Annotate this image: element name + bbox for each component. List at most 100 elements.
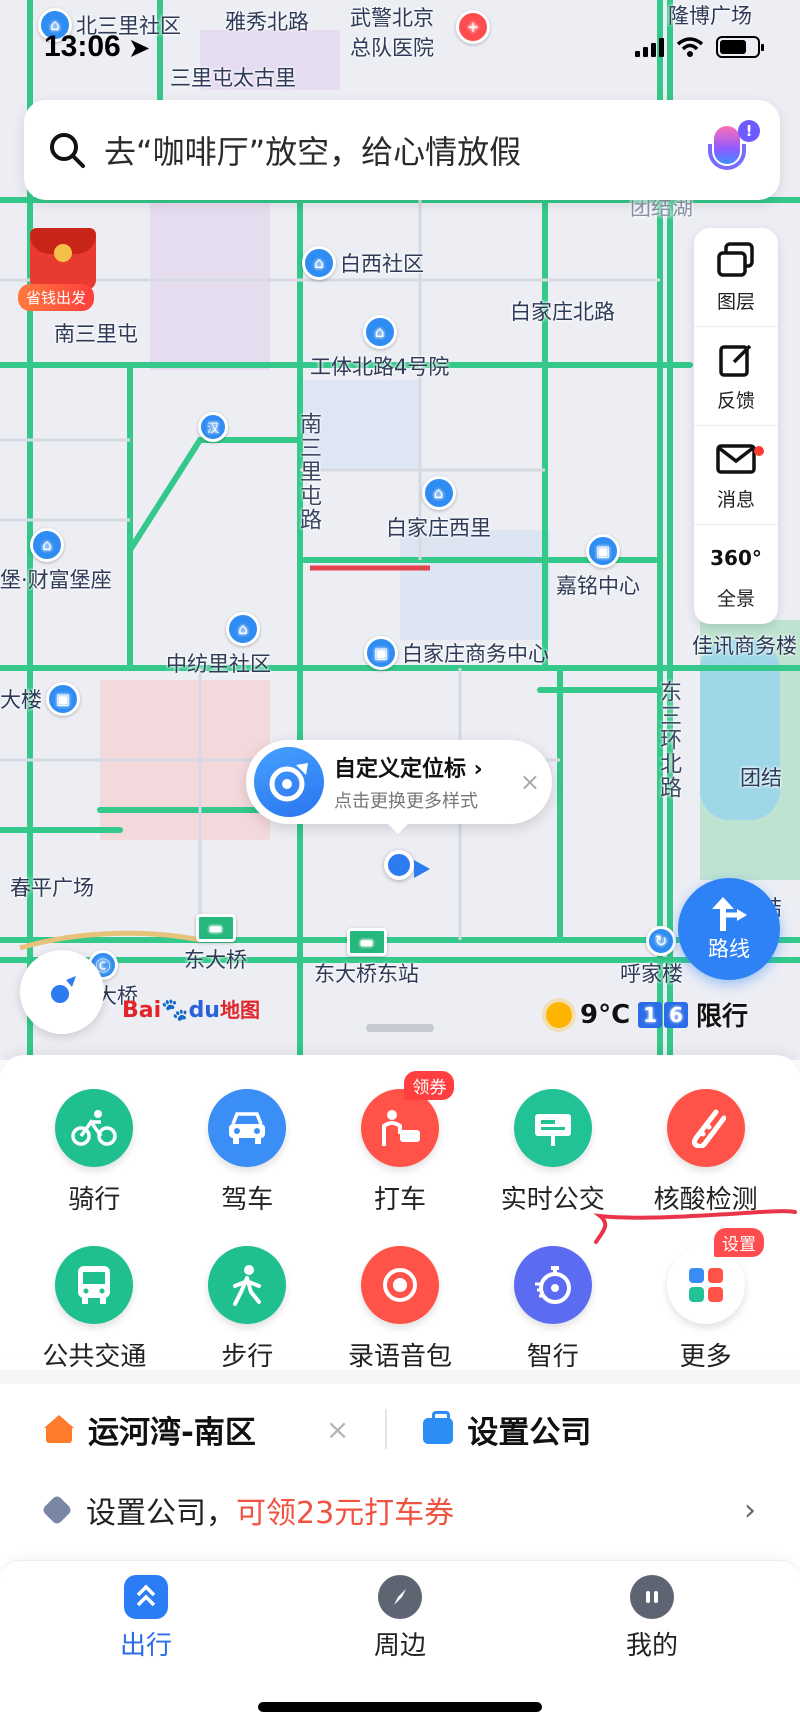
- logo-text: 地图: [219, 998, 260, 1022]
- tab-nearby[interactable]: 周边: [320, 1575, 480, 1662]
- action-more[interactable]: 更多 设置: [629, 1228, 782, 1373]
- test-tube-icon: [666, 1089, 745, 1167]
- logo-text: du: [188, 998, 220, 1023]
- poi-text: 东大桥: [184, 948, 247, 972]
- poi-label: 春平广场: [10, 872, 94, 902]
- tool-messages[interactable]: 消息: [694, 426, 778, 525]
- tab-label: 出行: [119, 1631, 172, 1661]
- action-label: 打车: [373, 1185, 426, 1215]
- poi-text: 东大桥东站: [314, 962, 419, 986]
- bus-stop-label[interactable]: ▬ 东大桥: [184, 914, 247, 974]
- walk-icon: [208, 1246, 287, 1324]
- action-driving[interactable]: 驾车: [171, 1089, 324, 1216]
- bus-icon: [55, 1246, 134, 1324]
- voice-search-button[interactable]: !: [700, 120, 760, 180]
- route-button[interactable]: 路线: [678, 878, 780, 980]
- plate-digit: 6: [664, 1001, 689, 1028]
- tab-label: 周边: [373, 1631, 426, 1661]
- search-placeholder[interactable]: 去“咖啡厅”放空，给心情放假: [104, 127, 700, 173]
- tab-travel[interactable]: 出行: [66, 1575, 226, 1662]
- search-bar[interactable]: 去“咖啡厅”放空，给心情放假 !: [24, 100, 780, 200]
- divider: [385, 1409, 388, 1449]
- compass-button[interactable]: [20, 950, 104, 1034]
- action-label: 智行: [526, 1342, 579, 1372]
- poi-label[interactable]: 大楼 ▣: [0, 682, 80, 716]
- callout-subtitle: 点击更换更多样式: [334, 791, 478, 812]
- poi-pin-icon: ⌂: [302, 246, 336, 280]
- layers-icon: [716, 241, 756, 281]
- bus-stop-icon: ▬: [195, 914, 236, 942]
- red-envelope-icon: [30, 228, 96, 290]
- chevron-right-icon: ›: [466, 757, 483, 782]
- panorama-360-icon: 360°: [710, 538, 762, 578]
- compass-icon: [51, 976, 76, 1003]
- home-indicator: [258, 1702, 542, 1712]
- bicycle-icon: [55, 1089, 134, 1167]
- logo-text: Bai: [122, 998, 162, 1023]
- briefcase-icon: [423, 1411, 454, 1444]
- action-label: 驾车: [221, 1185, 274, 1215]
- coupon-prefix: 设置公司，: [86, 1496, 236, 1531]
- record-icon: [360, 1246, 439, 1324]
- poi-label: 佳讯商务楼: [692, 630, 797, 660]
- poi-label[interactable]: ⌂ 工体北路4号院: [310, 315, 449, 381]
- poi-label[interactable]: 汉: [198, 412, 228, 442]
- tool-feedback[interactable]: 反馈: [694, 327, 778, 426]
- tool-label: 消息: [716, 488, 755, 511]
- action-label: 骑行: [68, 1185, 121, 1215]
- poi-label[interactable]: ⌂ 白西社区: [302, 246, 424, 280]
- action-cycling[interactable]: 骑行: [18, 1089, 171, 1216]
- poi-pin-icon: ⌂: [30, 528, 64, 562]
- coupon-badge: 领券: [404, 1071, 455, 1100]
- paw-icon: 🐾: [161, 998, 189, 1023]
- tool-panorama[interactable]: 360° 全景: [694, 525, 778, 624]
- profile-icon: [630, 1575, 674, 1619]
- subway-label[interactable]: ↻ 呼家楼: [620, 926, 683, 988]
- company-coupon-prompt[interactable]: 设置公司， 可领23元打车券 ›: [0, 1474, 800, 1546]
- route-label: 路线: [708, 937, 750, 961]
- poi-text: 春平广场: [10, 876, 94, 900]
- close-icon[interactable]: ×: [520, 768, 540, 796]
- location-arrow-icon: ➤: [129, 35, 150, 62]
- action-smart-travel[interactable]: 智行: [476, 1246, 629, 1373]
- home-address[interactable]: 运河湾-南区: [44, 1407, 256, 1452]
- time-text: 13:06: [44, 30, 121, 63]
- bus-stop-label[interactable]: ▬ 东大桥东站: [314, 928, 419, 988]
- mic-badge: !: [738, 120, 760, 142]
- company-address[interactable]: 设置公司: [423, 1407, 591, 1452]
- red-envelope-promo[interactable]: 省钱出发: [18, 228, 110, 318]
- home-address-text: 运河湾-南区: [88, 1414, 256, 1451]
- red-annotation-stroke: [593, 1209, 797, 1244]
- action-transit[interactable]: 公共交通: [18, 1246, 171, 1373]
- panel-drag-handle[interactable]: [366, 1024, 434, 1032]
- action-label: 录语音包: [347, 1342, 452, 1372]
- poi-text: 团结: [740, 766, 782, 790]
- poi-text: 嘉铭中心: [556, 574, 640, 598]
- tool-label: 全景: [716, 588, 755, 610]
- compass-icon: [378, 1575, 422, 1619]
- weather-and-restriction[interactable]: 9°C 16 限行: [546, 996, 748, 1033]
- promo-label: 省钱出发: [18, 284, 95, 311]
- heading-arrow-icon: [414, 860, 430, 878]
- action-voice-pack[interactable]: 录语音包: [324, 1246, 477, 1373]
- poi-label[interactable]: ▣ 嘉铭中心: [556, 534, 640, 600]
- poi-label[interactable]: ▣ 白家庄商务中心: [364, 636, 549, 670]
- action-walking[interactable]: 步行: [171, 1246, 324, 1373]
- action-label: 更多: [679, 1342, 732, 1372]
- plate-digit: 1: [638, 1001, 663, 1028]
- poi-label[interactable]: ⌂ 堡·财富堡座: [0, 528, 112, 594]
- route-arrow-icon: [712, 897, 747, 931]
- custom-location-callout[interactable]: 自定义定位标 › 点击更换更多样式 ×: [246, 740, 552, 834]
- poi-text: 中纺里社区: [166, 652, 271, 676]
- clear-home-icon[interactable]: ×: [326, 1413, 349, 1446]
- poi-label[interactable]: ⌂ 白家庄西里: [386, 476, 491, 542]
- poi-text: 白家庄西里: [386, 516, 491, 540]
- poi-text: 佳讯商务楼: [692, 634, 797, 658]
- poi-label[interactable]: ⌂ 中纺里社区: [166, 612, 271, 678]
- poi-label[interactable]: 南三里屯: [54, 318, 138, 348]
- action-taxi[interactable]: 打车 领券: [324, 1071, 477, 1216]
- tool-layers[interactable]: 图层: [694, 228, 778, 327]
- user-location-marker[interactable]: [384, 850, 414, 880]
- tab-mine[interactable]: 我的: [572, 1575, 732, 1662]
- chevron-right-icon: ›: [744, 1492, 756, 1528]
